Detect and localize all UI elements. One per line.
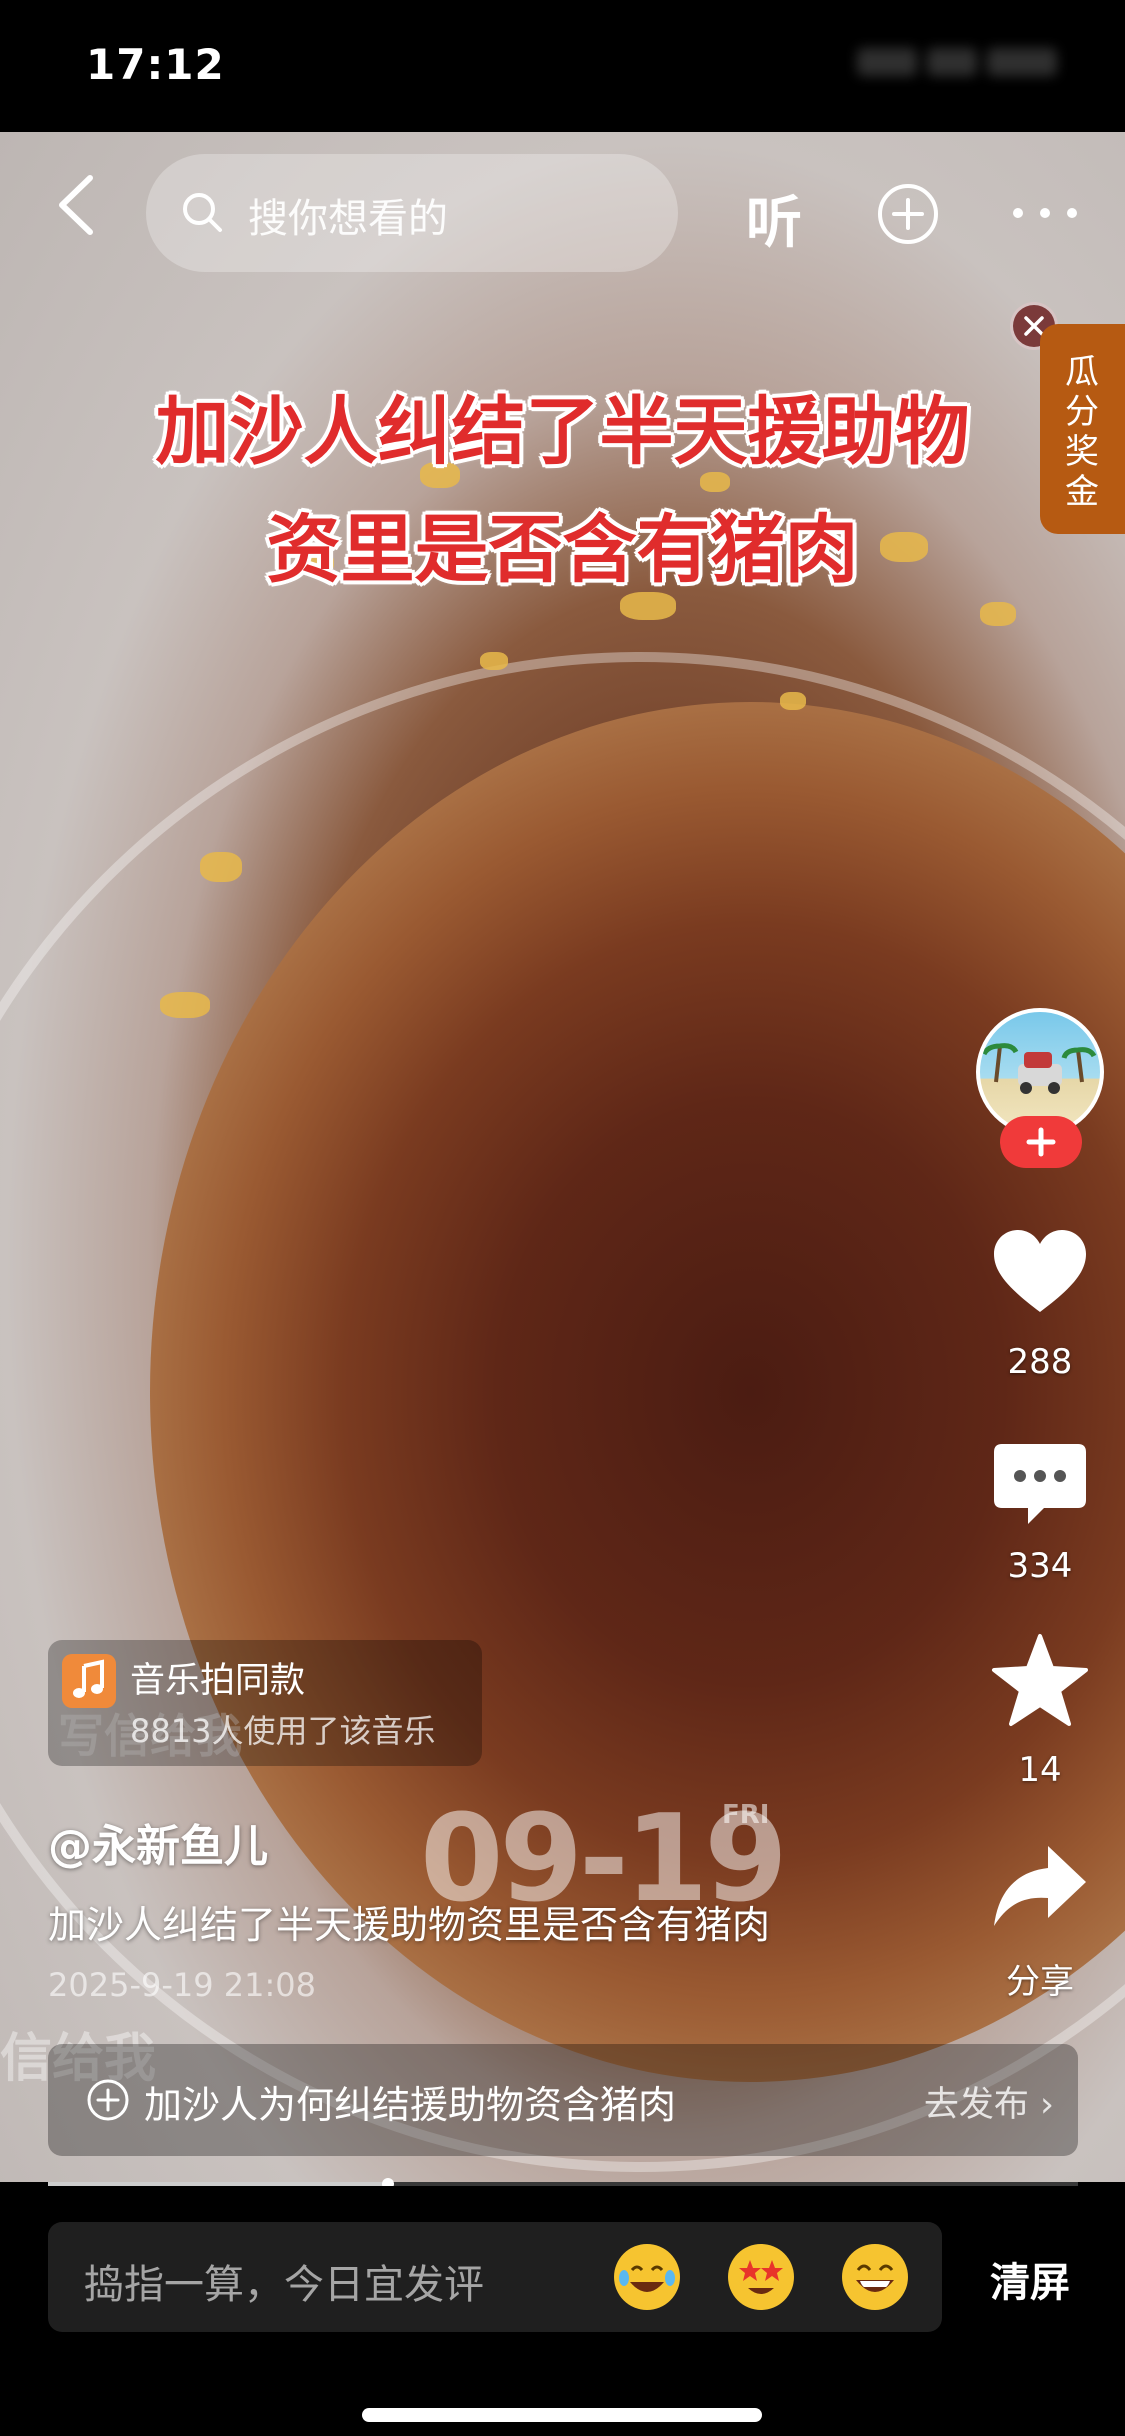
reward-badge[interactable]: 瓜分奖金: [1040, 324, 1125, 534]
bottom-bar: 捣指一算，今日宜发评 清屏: [0, 2186, 1125, 2436]
music-usage: 8813人使用了该音乐: [130, 1712, 436, 1750]
status-bar: 17:12: [0, 0, 1125, 132]
topic-text: 加沙人为何纠结援助物资含猪肉: [144, 2083, 677, 2127]
search-bar[interactable]: 搜你想看的: [146, 154, 678, 272]
publish-link[interactable]: 去发布 ›: [924, 2076, 1054, 2127]
more-dots-icon[interactable]: [1008, 188, 1082, 238]
music-note-icon: [62, 1654, 116, 1708]
music-title: 音乐拍同款: [130, 1661, 306, 1701]
listen-button[interactable]: 听: [746, 178, 802, 259]
star-eyes-emoji-icon[interactable]: [728, 2244, 794, 2310]
star-icon[interactable]: [988, 1630, 1092, 1734]
clear-screen-button[interactable]: 清屏: [990, 2250, 1070, 2308]
share-label: 分享: [1006, 1962, 1074, 2002]
video-title-line-1: 加沙人纠结了半天援助物: [155, 389, 970, 475]
status-indicators: [857, 48, 1077, 84]
comment-icon[interactable]: [988, 1432, 1092, 1536]
reward-badge-label: 瓜分奖金: [1065, 352, 1099, 512]
music-chip[interactable]: 音乐拍同款 8813人使用了该音乐: [48, 1640, 482, 1766]
plus-circle-icon[interactable]: [876, 182, 940, 246]
like-count: 288: [1007, 1342, 1073, 1382]
share-icon[interactable]: [988, 1834, 1092, 1938]
grinning-emoji-icon[interactable]: [842, 2244, 908, 2310]
home-indicator[interactable]: [362, 2408, 762, 2422]
add-topic-icon: [86, 2078, 130, 2122]
search-placeholder: 搜你想看的: [248, 196, 448, 242]
top-nav-bar: 搜你想看的 听: [0, 150, 1125, 272]
favorite-count: 14: [1018, 1750, 1062, 1790]
laughing-crying-emoji-icon[interactable]: [614, 2244, 680, 2310]
heart-icon[interactable]: [988, 1222, 1092, 1326]
post-timestamp: 2025-9-19 21:08: [48, 1966, 316, 2004]
topic-bar[interactable]: 加沙人为何纠结援助物资含猪肉 去发布 ›: [48, 2044, 1078, 2156]
back-chevron-icon[interactable]: [48, 172, 108, 238]
comment-input[interactable]: 捣指一算，今日宜发评: [48, 2222, 942, 2332]
date-day-of-week: FRI: [722, 1800, 770, 1830]
author-name[interactable]: @永新鱼儿: [48, 1810, 268, 1874]
video-title-line-2: 资里是否含有猪肉: [266, 507, 859, 593]
search-icon: [180, 190, 224, 234]
follow-button[interactable]: [1000, 1116, 1082, 1168]
post-description: 加沙人纠结了半天援助物资里是否含有猪肉: [48, 1903, 771, 1947]
status-time: 17:12: [86, 40, 225, 89]
comment-placeholder: 捣指一算，今日宜发评: [84, 2262, 484, 2308]
comment-count: 334: [1007, 1546, 1073, 1586]
